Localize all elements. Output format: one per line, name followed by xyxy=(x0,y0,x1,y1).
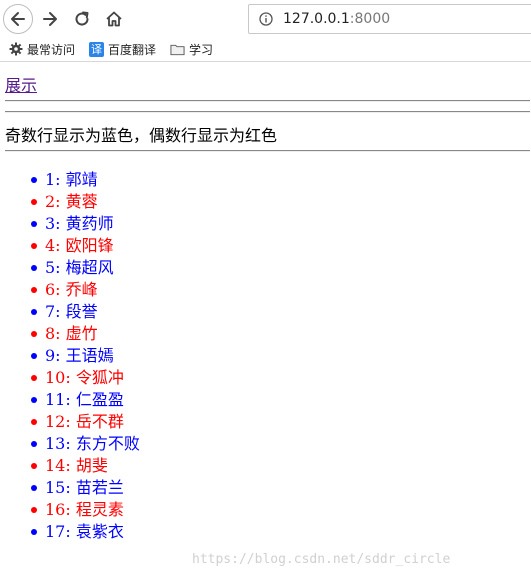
browser-toolbar: 127.0.0.1:8000 最常访问 译 百度翻译 学习 xyxy=(0,0,531,62)
list-item: 15: 苗若兰 xyxy=(0,477,140,499)
bookmarks-bar: 最常访问 译 百度翻译 学习 xyxy=(8,40,227,58)
url-port: :8000 xyxy=(349,11,391,27)
fanyi-icon: 译 xyxy=(89,41,105,57)
forward-button[interactable] xyxy=(36,5,64,33)
list-item: 2: 黄蓉 xyxy=(0,191,140,213)
character-list: 1: 郭靖 2: 黄蓉 3: 黄药师 4: 欧阳锋 5: 梅超风 6: 乔峰 7: 段誉 8:… xyxy=(0,169,140,543)
url-host: 127.0.0.1 xyxy=(283,11,350,27)
list-item-text: 14: 胡斐 xyxy=(45,456,108,475)
list-item-text: 17: 袁紫衣 xyxy=(45,522,124,541)
bullet-icon xyxy=(31,265,37,271)
info-icon[interactable] xyxy=(259,12,273,26)
reload-button[interactable] xyxy=(68,5,96,33)
list-item: 1: 郭靖 xyxy=(0,169,140,191)
back-button[interactable] xyxy=(3,4,33,34)
list-item-text: 13: 东方不败 xyxy=(45,434,140,453)
bullet-icon xyxy=(31,221,37,227)
bookmark-label: 学习 xyxy=(189,42,214,57)
list-item: 17: 袁紫衣 xyxy=(0,521,140,543)
list-item-text: 7: 段誉 xyxy=(45,302,98,321)
bookmark-label: 百度翻译 xyxy=(108,42,157,57)
bookmark-label: 最常访问 xyxy=(27,42,76,57)
bullet-icon xyxy=(31,375,37,381)
page-content: 展示 奇数行显示为蓝色，偶数行显示为红色 1: 郭靖 2: 黄蓉 3: 黄药师 4: … xyxy=(0,62,531,581)
address-bar[interactable]: 127.0.0.1:8000 xyxy=(248,4,531,34)
list-item-text: 4: 欧阳锋 xyxy=(45,236,114,255)
show-link[interactable]: 展示 xyxy=(5,72,37,96)
description-text: 奇数行显示为蓝色，偶数行显示为红色 xyxy=(5,126,278,145)
list-item-text: 16: 程灵素 xyxy=(45,500,124,519)
arrow-right-icon xyxy=(43,12,57,26)
list-item: 12: 岳不群 xyxy=(0,411,140,433)
list-item-text: 5: 梅超风 xyxy=(45,258,114,277)
list-item: 8: 虚竹 xyxy=(0,323,140,345)
arrow-left-icon xyxy=(11,12,25,26)
list-item-text: 3: 黄药师 xyxy=(45,214,114,233)
divider xyxy=(5,150,530,152)
bullet-icon xyxy=(31,463,37,469)
bullet-icon xyxy=(31,243,37,249)
list-item: 7: 段誉 xyxy=(0,301,140,323)
list-item-text: 6: 乔峰 xyxy=(45,280,98,299)
list-item-text: 8: 虚竹 xyxy=(45,324,98,343)
bullet-icon xyxy=(31,485,37,491)
list-item: 14: 胡斐 xyxy=(0,455,140,477)
divider xyxy=(5,100,530,102)
reload-icon xyxy=(75,11,89,26)
bullet-icon xyxy=(31,529,37,535)
list-item-text: 11: 仁盈盈 xyxy=(45,390,124,409)
bullet-icon xyxy=(31,353,37,359)
bookmark-study-folder[interactable]: 学习 xyxy=(170,41,213,58)
watermark: https://blog.csdn.net/sddr_circle xyxy=(192,552,451,567)
bullet-icon xyxy=(31,507,37,513)
bullet-icon xyxy=(31,331,37,337)
home-icon xyxy=(106,11,122,27)
bullet-icon xyxy=(31,177,37,183)
list-item: 16: 程灵素 xyxy=(0,499,140,521)
list-item-text: 9: 王语嫣 xyxy=(45,346,114,365)
list-item: 3: 黄药师 xyxy=(0,213,140,235)
bookmark-most-visited[interactable]: 最常访问 xyxy=(8,41,75,58)
home-button[interactable] xyxy=(100,5,128,33)
folder-icon xyxy=(170,42,185,57)
list-item: 11: 仁盈盈 xyxy=(0,389,140,411)
list-item-text: 12: 岳不群 xyxy=(45,412,124,431)
bullet-icon xyxy=(31,441,37,447)
list-item: 9: 王语嫣 xyxy=(0,345,140,367)
bullet-icon xyxy=(31,309,37,315)
bullet-icon xyxy=(31,397,37,403)
divider xyxy=(5,111,530,113)
bullet-icon xyxy=(31,199,37,205)
list-item-text: 1: 郭靖 xyxy=(45,170,98,189)
list-item: 4: 欧阳锋 xyxy=(0,235,140,257)
gear-icon xyxy=(8,42,23,57)
bookmark-baidu-fanyi[interactable]: 译 百度翻译 xyxy=(89,41,156,58)
list-item-text: 15: 苗若兰 xyxy=(45,478,124,497)
bullet-icon xyxy=(31,287,37,293)
list-item-text: 10: 令狐冲 xyxy=(45,368,124,387)
list-item: 10: 令狐冲 xyxy=(0,367,140,389)
list-item: 5: 梅超风 xyxy=(0,257,140,279)
list-item-text: 2: 黄蓉 xyxy=(45,192,98,211)
bullet-icon xyxy=(31,419,37,425)
list-item: 6: 乔峰 xyxy=(0,279,140,301)
list-item: 13: 东方不败 xyxy=(0,433,140,455)
